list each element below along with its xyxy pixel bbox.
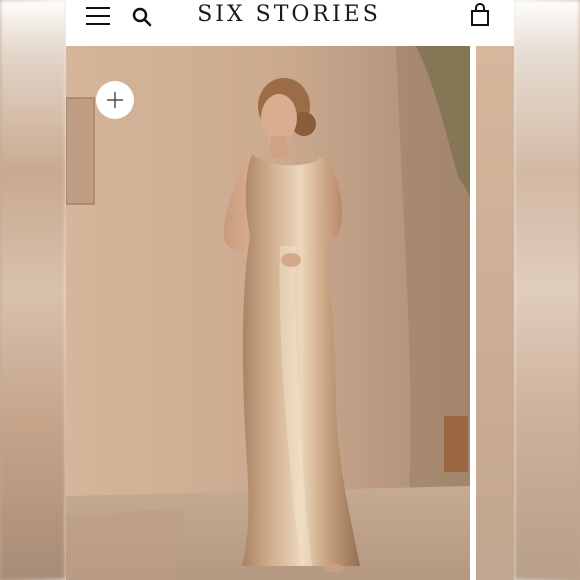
search-icon[interactable] xyxy=(132,7,152,27)
site-header: SIX STORIES xyxy=(66,0,514,46)
shopping-bag-icon[interactable] xyxy=(470,3,490,27)
zoom-button[interactable] xyxy=(96,81,134,119)
photo-of-woman-in-champagne-satin-gown xyxy=(66,46,470,580)
brand-logo[interactable]: SIX STORIES xyxy=(176,0,402,30)
background-blur-right xyxy=(514,0,580,580)
product-image-gallery[interactable] xyxy=(66,46,514,580)
background-blur-left xyxy=(0,0,66,580)
next-product-image-peek[interactable] xyxy=(476,46,514,580)
phone-screen: SIX STORIES xyxy=(66,0,514,580)
plus-icon xyxy=(107,92,123,108)
product-image[interactable] xyxy=(66,46,470,580)
hamburger-menu-icon[interactable] xyxy=(86,7,112,25)
